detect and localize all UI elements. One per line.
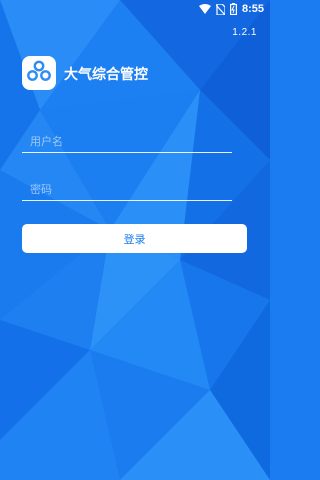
app-version: 1.2.1: [232, 27, 257, 38]
status-bar: 8:55: [0, 0, 270, 18]
no-sim-icon: [215, 3, 225, 15]
wifi-icon: [198, 4, 211, 14]
username-input[interactable]: [22, 131, 232, 153]
app-logo: [22, 56, 56, 90]
password-input[interactable]: [22, 179, 232, 201]
status-time: 8:55: [241, 3, 264, 15]
battery-icon: [229, 3, 237, 15]
status-icons: 8:55: [198, 2, 264, 16]
login-button[interactable]: 登录: [22, 224, 247, 253]
app-title: 大气综合管控: [64, 67, 148, 83]
network-nodes-icon: [27, 60, 51, 86]
